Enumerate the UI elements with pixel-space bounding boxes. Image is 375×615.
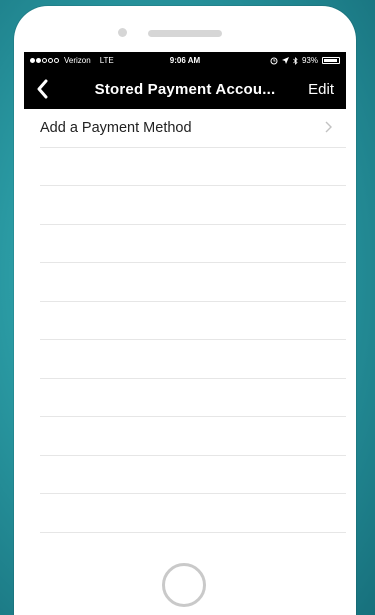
alarm-icon (270, 57, 278, 64)
status-left: Verizon LTE (30, 56, 114, 65)
battery-percent: 93% (301, 56, 318, 65)
empty-list-row (40, 494, 346, 533)
empty-list-row (40, 417, 346, 456)
empty-list-row (40, 263, 346, 302)
chevron-right-icon (325, 120, 332, 136)
empty-list-row (40, 148, 346, 186)
empty-list-row (40, 456, 346, 494)
back-chevron-icon[interactable] (36, 77, 56, 101)
navigation-bar: Stored Payment Accou... Edit (24, 69, 346, 109)
empty-list-row (40, 186, 346, 225)
empty-list-row (40, 533, 346, 545)
payment-methods-list: Add a Payment Method (24, 109, 346, 544)
carrier-name: Verizon (64, 56, 91, 65)
add-payment-method-row[interactable]: Add a Payment Method (40, 109, 346, 148)
location-icon (281, 57, 289, 64)
signal-strength-icon (30, 58, 59, 63)
app-screen: Verizon LTE 9:06 AM 93% Stored Payment A… (24, 52, 346, 544)
page-title: Stored Payment Accou... (94, 80, 276, 98)
edit-button[interactable]: Edit (308, 81, 334, 98)
empty-list-row (40, 225, 346, 263)
status-bar: Verizon LTE 9:06 AM 93% (24, 52, 346, 69)
empty-list-row (40, 302, 346, 340)
network-type: LTE (99, 56, 114, 65)
earpiece-speaker (148, 30, 222, 37)
front-camera (118, 28, 127, 37)
list-item-label: Add a Payment Method (40, 119, 192, 136)
status-right: 93% (270, 56, 340, 65)
battery-icon (322, 57, 340, 64)
home-button[interactable] (162, 563, 206, 607)
empty-list-row (40, 340, 346, 379)
bluetooth-icon (293, 56, 298, 65)
empty-list-row (40, 379, 346, 417)
